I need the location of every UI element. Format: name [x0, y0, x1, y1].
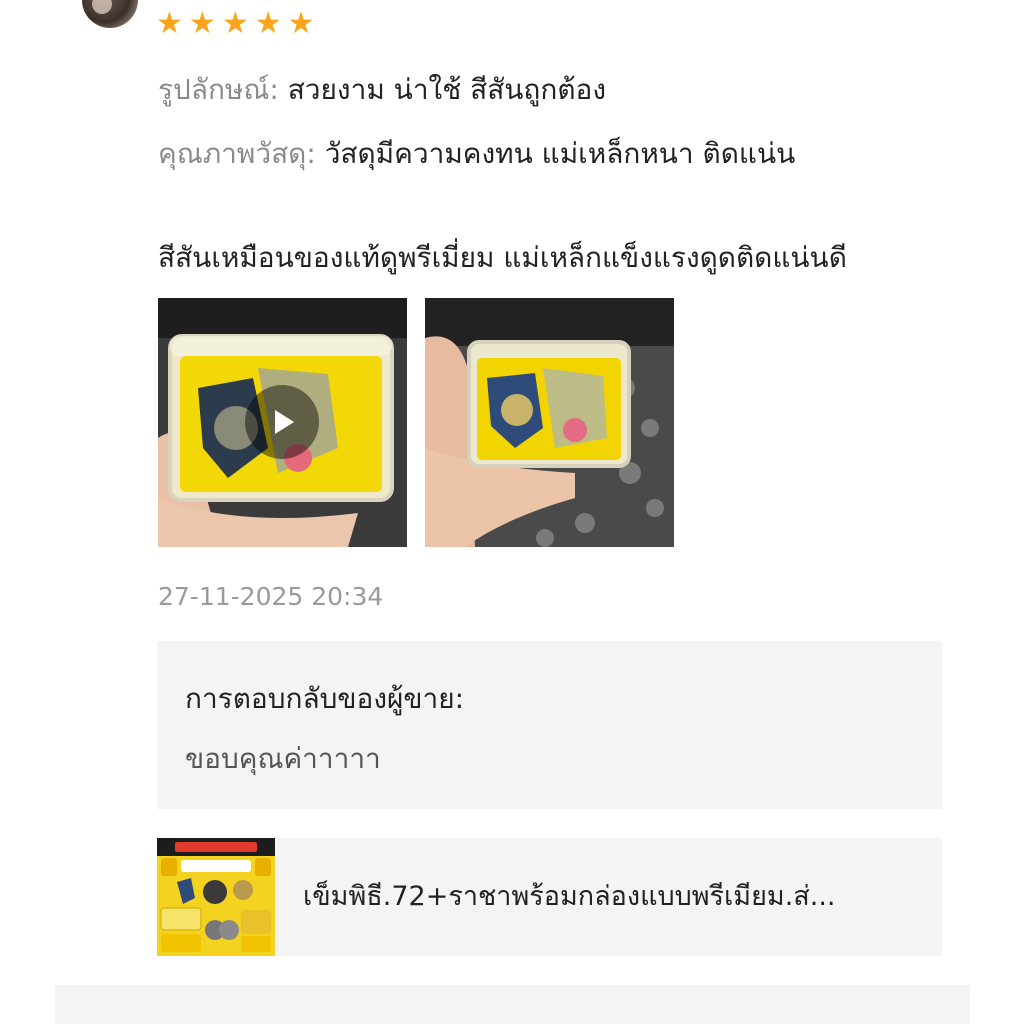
seller-reply: การตอบกลับของผู้ขาย: ขอบคุณค่าาาาา	[157, 641, 942, 809]
reviewer-avatar[interactable]	[82, 0, 138, 28]
star-icon: ★	[188, 6, 216, 41]
product-thumbnail	[157, 838, 275, 956]
attribute-value: วัสดุมีความคงทน แม่เหล็กหนา ติดแน่น	[324, 137, 796, 170]
attribute-material-quality: คุณภาพวัสดุ: วัสดุมีความคงทน แม่เหล็กหนา…	[158, 134, 795, 174]
review-photo[interactable]	[425, 298, 674, 547]
attribute-appearance: รูปลักษณ์: สวยงาม น่าใช้ สีสันถูกต้อง	[158, 70, 606, 110]
star-icon: ★	[156, 6, 183, 41]
star-rating: ★ ★ ★ ★ ★	[156, 6, 315, 42]
star-icon: ★	[221, 6, 249, 41]
photo-image	[425, 298, 674, 547]
seller-reply-text: ขอบคุณค่าาาาา	[185, 742, 381, 775]
star-icon: ★	[254, 6, 282, 41]
seller-reply-title: การตอบกลับของผู้ขาย:	[185, 682, 465, 715]
next-section-card	[55, 985, 970, 1024]
review-timestamp: 27-11-2025 20:34	[158, 582, 384, 611]
product-image	[157, 838, 275, 956]
product-name: เข็มพิธี.72+ราชาพร้อมกล่องแบบพรีเมียม.ส่…	[303, 881, 836, 912]
play-triangle	[275, 410, 294, 434]
attribute-label: คุณภาพวัสดุ:	[158, 137, 316, 170]
review-comment: สีสันเหมือนของแท้ดูพรีเมี่ยม แม่เหล็กแข็…	[158, 241, 847, 274]
review-page: ★ ★ ★ ★ ★ รูปลักษณ์: สวยงาม น่าใช้ สีสัน…	[0, 0, 1024, 1024]
attribute-label: รูปลักษณ์:	[158, 73, 279, 106]
attribute-value: สวยงาม น่าใช้ สีสันถูกต้อง	[287, 73, 607, 106]
star-icon: ★	[287, 6, 315, 41]
product-card[interactable]: เข็มพิธี.72+ราชาพร้อมกล่องแบบพรีเมียม.ส่…	[157, 838, 942, 956]
review-video-thumbnail[interactable]	[158, 298, 407, 547]
play-icon[interactable]	[245, 385, 319, 459]
